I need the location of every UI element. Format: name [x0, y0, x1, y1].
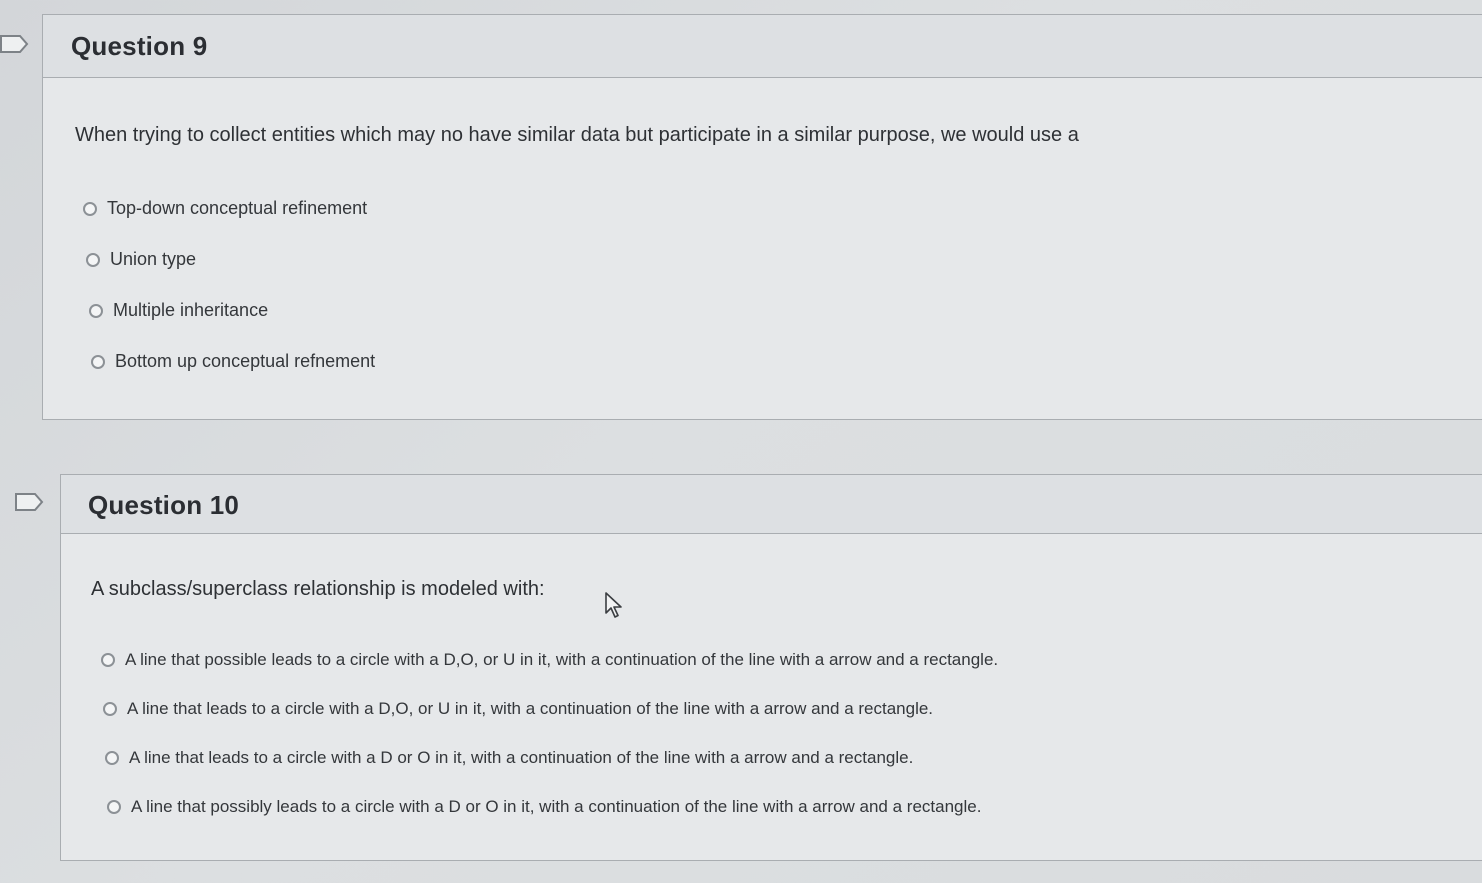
radio-button-icon[interactable]	[101, 653, 115, 667]
question-9-header: Question 9	[43, 15, 1482, 78]
q10-option-4[interactable]: A line that possibly leads to a circle w…	[107, 797, 981, 817]
q9-option-1[interactable]: Top-down conceptual refinement	[83, 198, 367, 219]
radio-button-icon[interactable]	[86, 252, 100, 267]
radio-button-icon[interactable]	[107, 800, 121, 814]
flag-question-10-icon[interactable]	[15, 492, 45, 512]
q9-option-2[interactable]: Union type	[86, 249, 196, 270]
q10-option-2-label: A line that leads to a circle with a D,O…	[127, 699, 934, 718]
q9-option-4[interactable]: Bottom up conceptual refnement	[91, 351, 375, 372]
q9-option-4-label: Bottom up conceptual refnement	[115, 351, 376, 371]
question-10-card: Question 10 A subclass/superclass relati…	[60, 474, 1482, 861]
question-10-title: Question 10	[88, 490, 240, 520]
radio-button-icon[interactable]	[105, 751, 119, 765]
radio-button-icon[interactable]	[91, 354, 105, 369]
question-10-header: Question 10	[61, 475, 1482, 534]
question-9-title: Question 9	[71, 31, 208, 61]
q10-option-4-label: A line that possibly leads to a circle w…	[131, 797, 982, 816]
radio-button-icon[interactable]	[103, 702, 117, 716]
q10-option-2[interactable]: A line that leads to a circle with a D,O…	[103, 699, 933, 719]
q9-option-3-label: Multiple inheritance	[113, 300, 269, 320]
radio-button-icon[interactable]	[83, 201, 97, 216]
question-9-text: When trying to collect entities which ma…	[75, 124, 1079, 146]
q10-option-3[interactable]: A line that leads to a circle with a D o…	[105, 748, 913, 768]
q9-option-1-label: Top-down conceptual refinement	[107, 198, 368, 218]
q9-option-2-label: Union type	[110, 249, 197, 269]
radio-button-icon[interactable]	[89, 303, 103, 318]
q10-option-3-label: A line that leads to a circle with a D o…	[129, 748, 914, 767]
question-9-body: When trying to collect entities which ma…	[43, 78, 1482, 419]
q10-option-1[interactable]: A line that possible leads to a circle w…	[101, 650, 998, 670]
question-10-body: A subclass/superclass relationship is mo…	[61, 534, 1482, 860]
q9-option-3[interactable]: Multiple inheritance	[89, 300, 268, 321]
q10-option-1-label: A line that possible leads to a circle w…	[125, 650, 999, 669]
question-10-text: A subclass/superclass relationship is mo…	[91, 578, 545, 600]
flag-question-9-icon[interactable]	[0, 34, 30, 54]
mouse-pointer-icon	[605, 592, 622, 618]
question-9-card: Question 9 When trying to collect entiti…	[42, 14, 1482, 420]
